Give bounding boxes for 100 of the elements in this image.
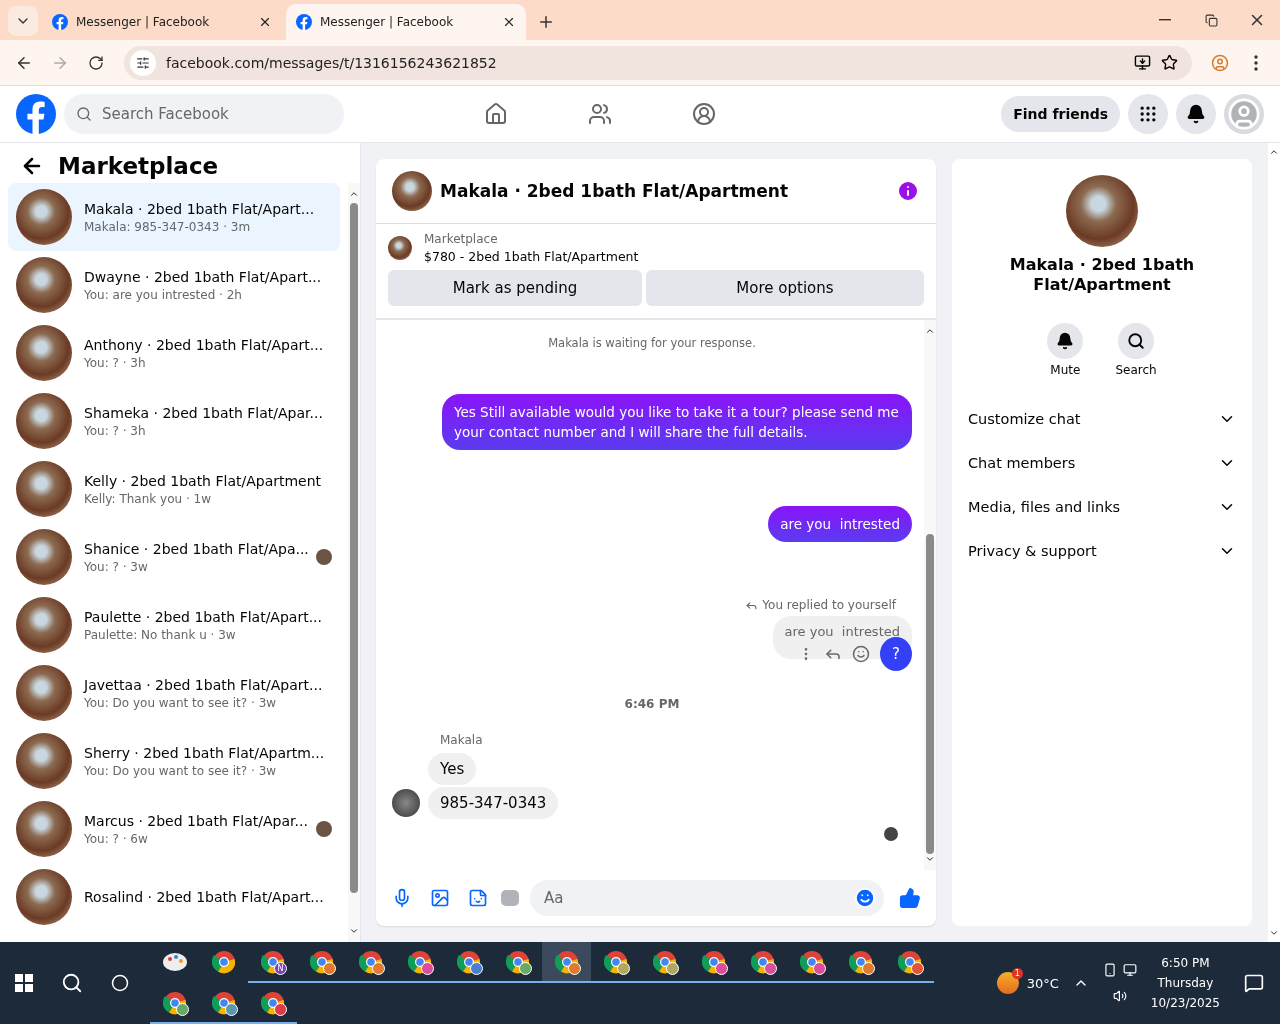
person-icon bbox=[1227, 97, 1261, 131]
message-preview: Paulette: No thank u · 3w bbox=[84, 627, 237, 642]
listing-photo bbox=[16, 733, 72, 789]
conversation-title: Anthony · 2bed 1bath Flat/Apart... bbox=[84, 336, 325, 353]
details-section[interactable]: Chat members bbox=[952, 441, 1252, 485]
facebook-logo[interactable] bbox=[296, 14, 312, 30]
minimize-icon bbox=[1159, 19, 1171, 21]
message-preview: You: ? · 3w bbox=[84, 559, 149, 574]
sticker-icon bbox=[468, 888, 488, 908]
conversation-title: Kelly · 2bed 1bath Flat/Apartment bbox=[84, 472, 323, 489]
clock[interactable]: 6:50 PM Thursday 10/23/2025 bbox=[1150, 956, 1220, 1010]
notifications-button[interactable] bbox=[1176, 94, 1216, 134]
search-icon bbox=[1127, 332, 1145, 350]
listing-photo bbox=[16, 257, 72, 313]
network-icon[interactable] bbox=[1122, 963, 1137, 977]
palette-icon bbox=[161, 950, 188, 973]
site-settings-button[interactable] bbox=[130, 49, 156, 76]
taskbar-app[interactable] bbox=[542, 942, 591, 983]
scroll-down-icon bbox=[1269, 928, 1279, 938]
profile-icon bbox=[1211, 53, 1229, 72]
message-input[interactable]: Aa bbox=[530, 880, 884, 916]
bell-icon bbox=[1186, 104, 1206, 124]
address-bar[interactable]: facebook.com/messages/t/1316156243621852 bbox=[124, 45, 1192, 80]
thumbs-up-icon bbox=[899, 887, 921, 909]
conversation-item[interactable]: Makala · 2bed 1bath Flat/Apart... Makala: 985-347-0343 · 3m bbox=[8, 183, 340, 251]
microphone-icon bbox=[392, 888, 412, 908]
close-icon[interactable] bbox=[258, 15, 272, 29]
windows-logo bbox=[15, 974, 33, 992]
conversation-item[interactable]: Anthony · 2bed 1bath Flat/Apart... You: ? · 3h bbox=[8, 319, 340, 387]
waiting-notice: Makala is waiting for your response. bbox=[547, 336, 757, 350]
listing-photo bbox=[16, 393, 72, 449]
listing-photo bbox=[16, 189, 72, 245]
details-section[interactable]: Customize chat bbox=[952, 397, 1252, 441]
message-status-button[interactable]: ? bbox=[880, 637, 912, 671]
message-text-input[interactable]: Aa bbox=[542, 888, 854, 908]
sent-message: Yes Still available would you like to take it a tour? please send me your contact number and I will share the full details. bbox=[442, 394, 912, 450]
facebook-logo[interactable] bbox=[16, 94, 56, 134]
menu-button[interactable] bbox=[1128, 94, 1168, 134]
conversation-title: Sherry · 2bed 1bath Flat/Apartm... bbox=[84, 744, 326, 761]
message-preview: You: Do you want to see it? · 3w bbox=[84, 695, 278, 710]
listing-photo bbox=[16, 529, 72, 585]
conversation-title: Rosalind · 2bed 1bath Flat/Apart... bbox=[84, 889, 325, 905]
conversation-item[interactable]: Marcus · 2bed 1bath Flat/Apar... You: ? · 6w bbox=[8, 795, 340, 863]
listing-action-button[interactable]: Mark as pending bbox=[388, 270, 642, 306]
received-message: 985-347-0343 bbox=[428, 787, 559, 819]
scroll-up-icon bbox=[1269, 147, 1279, 157]
volume-icon[interactable] bbox=[1112, 989, 1127, 1003]
listing-photo bbox=[388, 236, 412, 260]
facebook-logo[interactable] bbox=[52, 14, 68, 30]
home-icon[interactable] bbox=[484, 102, 508, 126]
message-preview: You: Do you want to see it? · 3w bbox=[84, 763, 278, 778]
scroll-down-icon bbox=[349, 926, 359, 936]
close-icon[interactable] bbox=[502, 15, 516, 29]
conversation-item[interactable]: Rosalind · 2bed 1bath Flat/Apart... bbox=[8, 863, 340, 931]
chrome-icon bbox=[260, 949, 285, 974]
conversation-item[interactable]: Javettaa · 2bed 1bath Flat/Apart... You: Do you want to see it? · 3w bbox=[8, 659, 340, 727]
timestamp: 6:46 PM bbox=[623, 697, 681, 711]
conversation-title: Dwayne · 2bed 1bath Flat/Apart... bbox=[84, 268, 323, 285]
emoji-icon[interactable] bbox=[852, 645, 870, 663]
received-message: Yes bbox=[428, 753, 477, 785]
conversation-title: Makala · 2bed 1bath Flat/Apart... bbox=[84, 200, 316, 217]
conversation-name: Makala · 2bed 1bath Flat/Apartment bbox=[1008, 255, 1196, 295]
scrollbar[interactable] bbox=[348, 183, 360, 942]
find-friends-button[interactable]: Find friends bbox=[1001, 96, 1120, 132]
conversation-item[interactable]: Dwayne · 2bed 1bath Flat/Apart... You: are you intrested · 2h bbox=[8, 251, 340, 319]
conversation-item[interactable]: Paulette · 2bed 1bath Flat/Apart... Paulette: No thank u · 3w bbox=[8, 591, 340, 659]
chrome-icon bbox=[211, 949, 236, 974]
scrollbar[interactable] bbox=[924, 320, 936, 870]
friends-icon[interactable] bbox=[588, 102, 612, 126]
listing-photo bbox=[16, 801, 72, 857]
circle-icon bbox=[111, 974, 129, 992]
restore-icon bbox=[1204, 13, 1218, 27]
plus-icon bbox=[537, 13, 555, 31]
notifications-icon[interactable] bbox=[1244, 973, 1264, 993]
conversation-item[interactable]: Kelly · 2bed 1bath Flat/Apartment Kelly: Thank you · 1w bbox=[8, 455, 340, 523]
conversation-item[interactable]: Shanice · 2bed 1bath Flat/Apa... You: ? · 3w bbox=[8, 523, 340, 591]
conversation-title: Shameka · 2bed 1bath Flat/Apar... bbox=[84, 404, 324, 421]
message-preview: You: ? · 6w bbox=[84, 831, 149, 846]
bookmark-star-icon[interactable] bbox=[1161, 54, 1178, 71]
taskbar-app[interactable]: N bbox=[248, 942, 297, 983]
phone-icon[interactable] bbox=[1102, 963, 1117, 977]
search-field[interactable]: Search Facebook bbox=[64, 94, 344, 134]
install-icon[interactable] bbox=[1134, 54, 1151, 71]
tab-search-button[interactable] bbox=[8, 6, 38, 36]
details-section[interactable]: Privacy & support bbox=[952, 529, 1252, 573]
conversation-title: Paulette · 2bed 1bath Flat/Apart... bbox=[84, 608, 323, 625]
conversation-item[interactable]: Shameka · 2bed 1bath Flat/Apar... You: ? · 3h bbox=[8, 387, 340, 455]
browser-tab[interactable]: Messenger | Facebook bbox=[286, 4, 526, 40]
search-input[interactable]: Search Facebook bbox=[100, 104, 300, 124]
details-section[interactable]: Media, files and links bbox=[952, 485, 1252, 529]
seen-avatar bbox=[884, 827, 898, 841]
browser-tab[interactable]: Messenger | Facebook bbox=[42, 4, 282, 40]
info-icon[interactable] bbox=[896, 179, 920, 203]
conversation-item[interactable]: Sherry · 2bed 1bath Flat/Apartm... You: Do you want to see it? · 3w bbox=[8, 727, 340, 795]
listing-action-button[interactable]: More options bbox=[645, 270, 924, 306]
groups-icon[interactable] bbox=[692, 102, 716, 126]
search-icon bbox=[61, 972, 83, 994]
message-preview: You: are you intrested · 2h bbox=[84, 287, 243, 302]
scrollbar[interactable] bbox=[1268, 143, 1280, 942]
menu-icon bbox=[1254, 54, 1258, 71]
